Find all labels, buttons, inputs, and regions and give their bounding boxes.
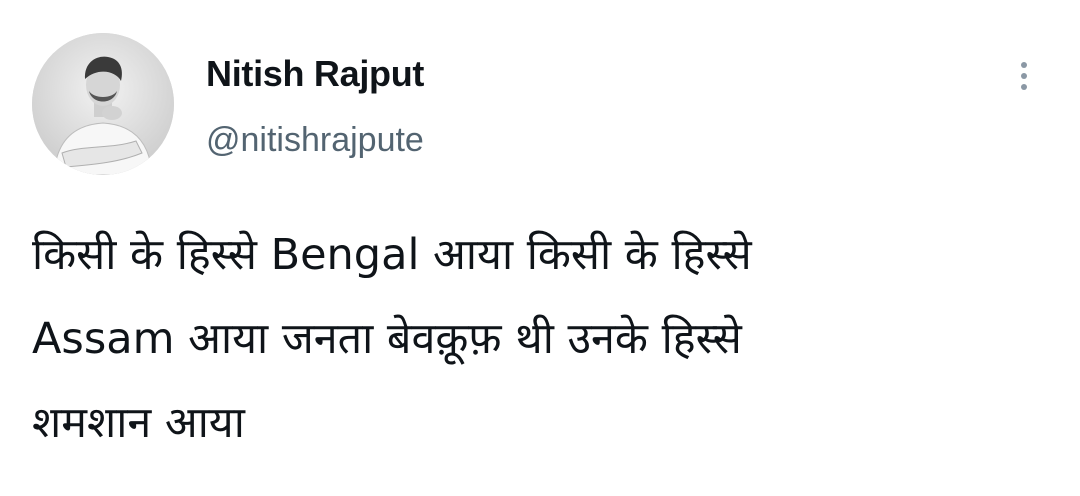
profile-photo-icon — [32, 33, 174, 175]
avatar[interactable] — [32, 33, 174, 175]
display-name[interactable]: Nitish Rajput — [206, 52, 424, 96]
tweet-card[interactable]: Nitish Rajput @nitishrajpute किसी के हिस… — [0, 0, 1080, 496]
more-vertical-icon — [1021, 62, 1027, 68]
tweet-text-line: Assam आया जनता बेवक़ूफ़ थी उनके हिस्से — [32, 314, 742, 364]
tweet-text: किसी के हिस्से Bengal आया किसी के हिस्से… — [32, 213, 1032, 465]
more-vertical-icon — [1021, 73, 1027, 79]
tweet-text-line: किसी के हिस्से Bengal आया किसी के हिस्से — [32, 230, 752, 280]
user-handle[interactable]: @nitishrajpute — [206, 118, 424, 162]
more-options-button[interactable] — [1004, 56, 1044, 96]
tweet-text-line: शमशान आया — [32, 398, 245, 448]
more-vertical-icon — [1021, 84, 1027, 90]
